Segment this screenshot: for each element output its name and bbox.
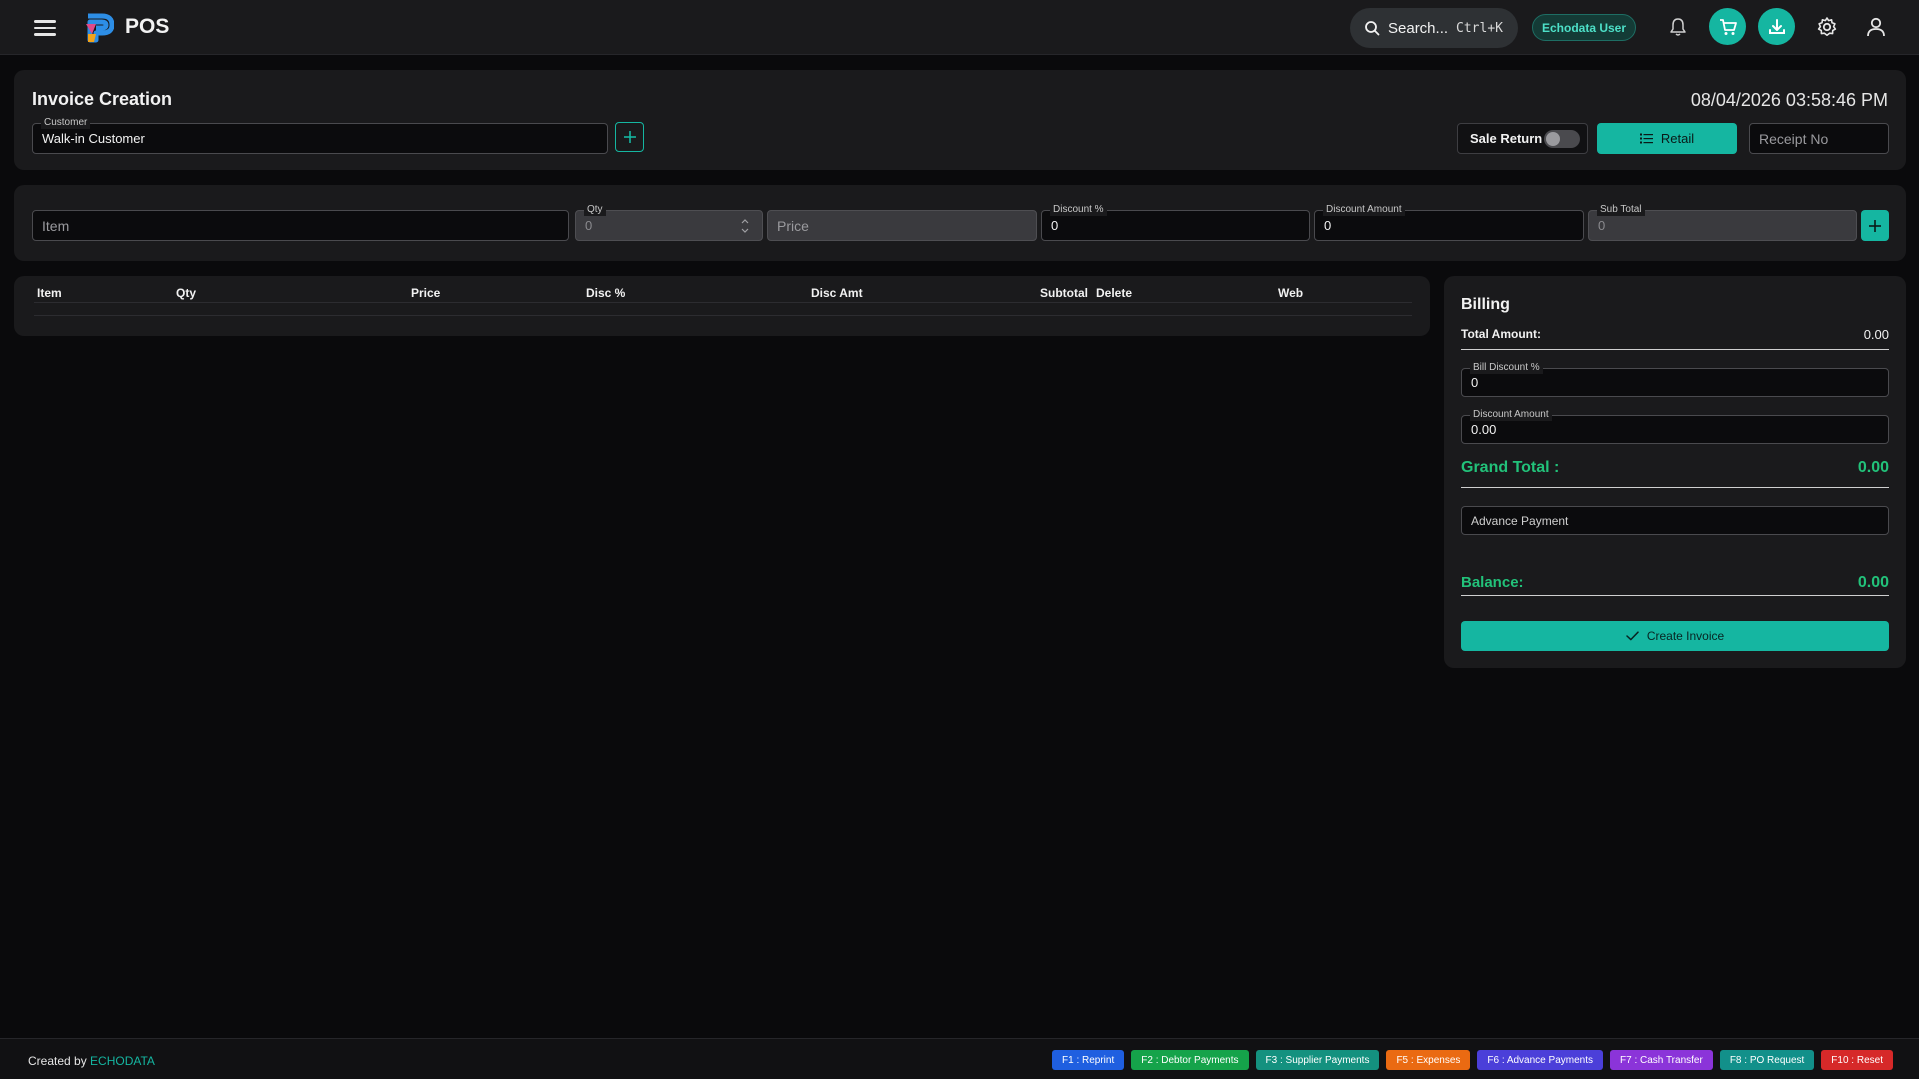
grand-total-value: 0.00: [1857, 459, 1889, 476]
balance-label: Balance:: [1461, 574, 1524, 591]
search-icon: [1365, 21, 1380, 36]
f6-advance-payments-button[interactable]: F6 : Advance Payments: [1477, 1050, 1603, 1070]
discount-percent-value: 0: [1051, 218, 1059, 233]
price-placeholder: Price: [777, 217, 809, 234]
download-icon: [1768, 18, 1785, 34]
toggle-switch[interactable]: [1544, 130, 1580, 148]
item-input[interactable]: Item: [32, 210, 569, 241]
item-placeholder: Item: [42, 217, 70, 234]
discount-percent-label: Discount %: [1050, 203, 1107, 216]
discount-amount-label: Discount Amount: [1323, 203, 1405, 216]
bill-discount-amount-label: Discount Amount: [1470, 408, 1552, 421]
retail-label: Retail: [1660, 131, 1695, 146]
footer: Created by ECHODATA F1 : Reprint F2 : De…: [0, 1038, 1919, 1079]
bill-discount-input[interactable]: Bill Discount % 0: [1461, 361, 1889, 397]
discount-amount-value: 0: [1324, 218, 1332, 233]
created-by-text: Created by: [28, 1054, 87, 1068]
table-body-divider: [34, 315, 1412, 316]
column-delete[interactable]: Delete: [1096, 286, 1132, 300]
grand-total-label: Grand Total :: [1461, 459, 1560, 476]
cart-button[interactable]: [1709, 8, 1746, 45]
qty-label: Qty: [584, 203, 606, 216]
user-badge[interactable]: Echodata User: [1532, 14, 1636, 41]
app-title: POS: [125, 15, 170, 38]
sub-total-label: Sub Total: [1597, 203, 1645, 216]
add-item-button[interactable]: [1861, 210, 1889, 241]
invoice-header-card: [14, 70, 1906, 170]
receipt-placeholder: Receipt No: [1759, 130, 1829, 147]
price-input[interactable]: Price: [767, 210, 1037, 241]
total-amount-value: 0.00: [1863, 327, 1889, 342]
bill-discount-amount-value: 0.00: [1471, 422, 1497, 437]
column-disc-percent[interactable]: Disc %: [586, 286, 625, 300]
sale-return-toggle[interactable]: Sale Return: [1457, 123, 1588, 154]
search-label: Search...: [1388, 19, 1449, 37]
f10-reset-button[interactable]: F10 : Reset: [1821, 1050, 1893, 1070]
advance-payment-input[interactable]: Advance Payment: [1461, 506, 1889, 535]
table-header-divider: [34, 302, 1412, 303]
bill-discount-value: 0: [1471, 375, 1479, 390]
items-table-card: [14, 276, 1430, 336]
bill-discount-amount-input[interactable]: Discount Amount 0.00: [1461, 408, 1889, 444]
invoice-datetime: 08/04/2026 03:58:46 PM: [1690, 90, 1888, 110]
function-key-bar: F1 : Reprint F2 : Debtor Payments F3 : S…: [1052, 1050, 1893, 1070]
retail-button[interactable]: Retail: [1597, 123, 1737, 154]
discount-percent-input[interactable]: Discount % 0: [1041, 203, 1310, 241]
discount-amount-input[interactable]: Discount Amount 0: [1314, 203, 1584, 241]
total-divider: [1461, 349, 1889, 350]
toggle-knob: [1546, 132, 1560, 146]
download-button[interactable]: [1758, 8, 1795, 45]
list-icon: [1639, 133, 1653, 144]
billing-title: Billing: [1461, 296, 1510, 313]
sub-total-input: Sub Total 0: [1588, 203, 1857, 241]
column-web[interactable]: Web: [1278, 286, 1303, 300]
logo-icon: [86, 13, 114, 43]
balance-value: 0.00: [1857, 574, 1889, 591]
f8-po-request-button[interactable]: F8 : PO Request: [1719, 1050, 1815, 1070]
total-amount-label: Total Amount:: [1461, 327, 1541, 341]
page-title: Invoice Creation: [32, 89, 173, 109]
plus-icon: [1869, 219, 1881, 232]
search-button[interactable]: Search... Ctrl+K: [1350, 8, 1518, 48]
user-icon[interactable]: [1861, 12, 1891, 42]
receipt-no-input[interactable]: Receipt No: [1749, 123, 1889, 154]
column-subtotal[interactable]: Subtotal: [1040, 286, 1088, 300]
column-qty[interactable]: Qty: [176, 286, 196, 300]
f3-supplier-payments-button[interactable]: F3 : Supplier Payments: [1255, 1050, 1380, 1070]
advance-payment-placeholder: Advance Payment: [1471, 513, 1569, 528]
search-shortcut: Ctrl+K: [1456, 20, 1503, 36]
balance-divider: [1461, 595, 1889, 596]
customer-value: Walk-in Customer: [42, 131, 145, 146]
sale-return-label: Sale Return: [1470, 131, 1543, 146]
grand-total-divider: [1461, 487, 1889, 488]
f2-debtor-payments-button[interactable]: F2 : Debtor Payments: [1131, 1050, 1249, 1070]
customer-label: Customer: [41, 116, 91, 129]
qty-value: 0: [585, 218, 593, 233]
bell-icon[interactable]: [1666, 14, 1690, 40]
f7-cash-transfer-button[interactable]: F7 : Cash Transfer: [1610, 1050, 1713, 1070]
spinner-icon[interactable]: [740, 216, 750, 236]
column-price[interactable]: Price: [411, 286, 440, 300]
top-bar: POS Search... Ctrl+K Echodata User: [0, 0, 1919, 55]
footer-credit: Created by ECHODATA: [28, 1054, 155, 1068]
gear-icon[interactable]: [1813, 13, 1841, 41]
column-disc-amt[interactable]: Disc Amt: [811, 286, 863, 300]
create-invoice-label: Create Invoice: [1646, 629, 1725, 643]
create-invoice-button[interactable]: Create Invoice: [1461, 621, 1889, 651]
f5-expenses-button[interactable]: F5 : Expenses: [1386, 1050, 1471, 1070]
menu-icon[interactable]: [34, 17, 56, 37]
brand-link[interactable]: ECHODATA: [90, 1054, 155, 1068]
sub-total-value: 0: [1598, 218, 1606, 233]
column-item[interactable]: Item: [37, 286, 62, 300]
f1-reprint-button[interactable]: F1 : Reprint: [1052, 1050, 1125, 1070]
qty-stepper[interactable]: Qty 0: [575, 203, 763, 241]
customer-select[interactable]: Customer Walk-in Customer: [32, 116, 608, 154]
cart-icon: [1719, 18, 1737, 35]
bill-discount-label: Bill Discount %: [1470, 361, 1543, 374]
plus-icon: [623, 131, 636, 143]
check-icon: [1626, 631, 1639, 641]
add-customer-button[interactable]: [615, 122, 644, 152]
